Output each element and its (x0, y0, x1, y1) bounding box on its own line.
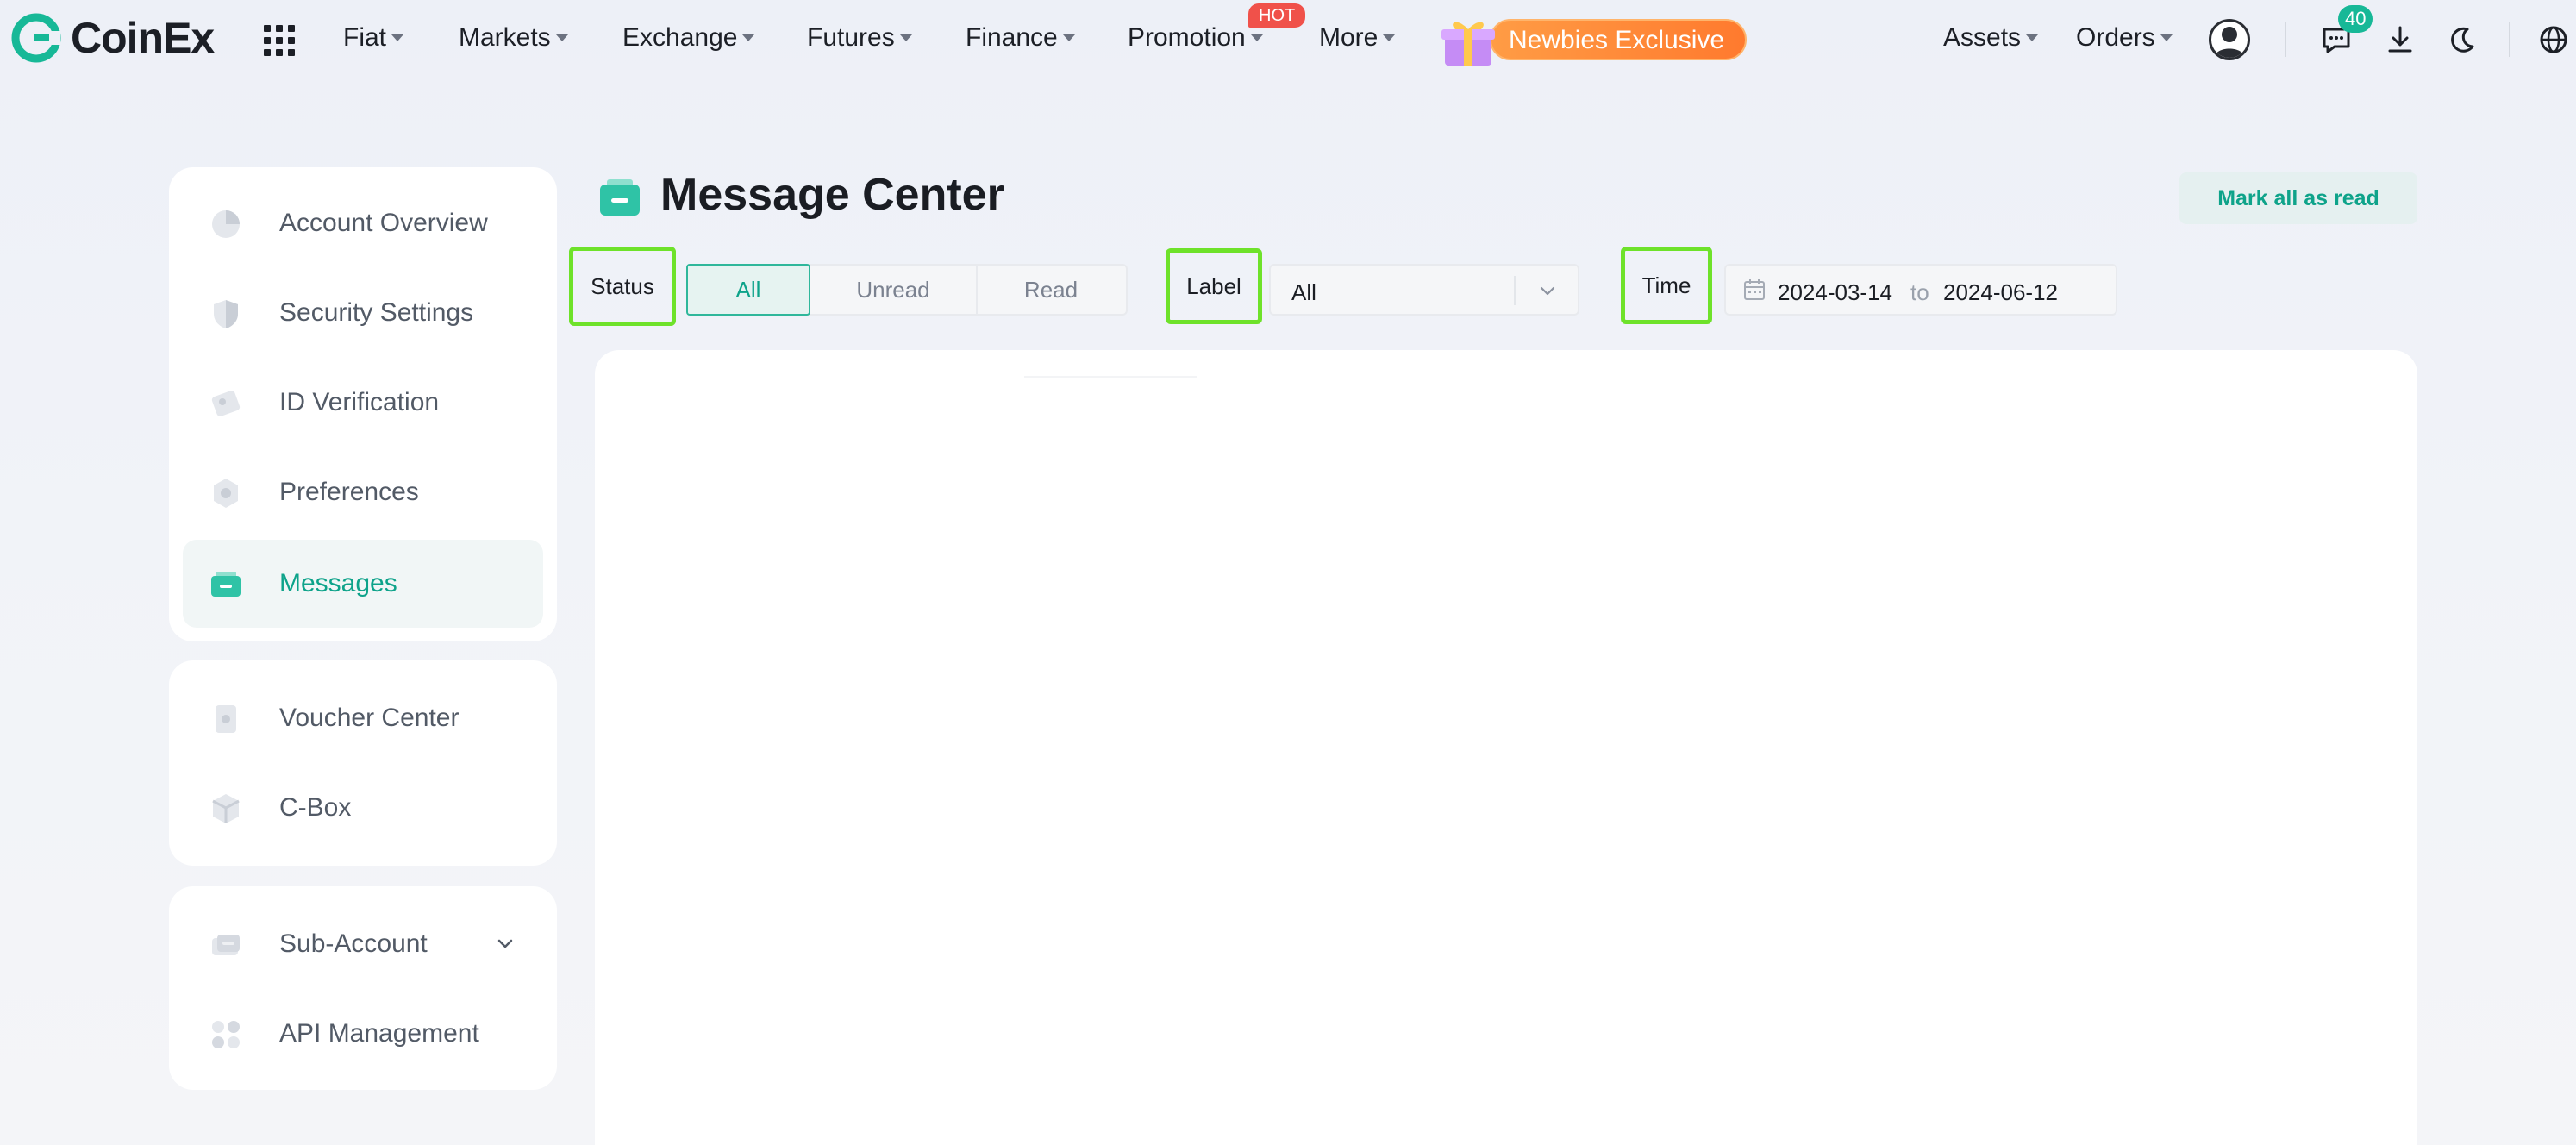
sub-account-icon (212, 935, 240, 955)
sidebar-item-messages[interactable]: Messages (183, 540, 543, 628)
message-center-icon (600, 179, 640, 216)
chevron-down-icon (1540, 286, 1555, 296)
sidebar-item-api-management[interactable]: API Management (183, 990, 543, 1078)
nav-separator (2509, 22, 2510, 57)
nav-markets[interactable]: Markets (459, 23, 568, 53)
nav-promotion-label: Promotion (1128, 23, 1246, 52)
label-filter-label: Label (1166, 248, 1262, 324)
nav-separator (2285, 22, 2286, 57)
sidebar-item-label: API Management (279, 1019, 479, 1048)
status-segmented-control: All Unread Read (686, 264, 1128, 316)
sidebar-item-label: Voucher Center (279, 704, 460, 732)
apps-grid-icon[interactable] (264, 25, 295, 56)
status-option-unread[interactable]: Unread (810, 266, 978, 314)
nav-assets[interactable]: Assets (1943, 23, 2039, 53)
sidebar-item-security-settings[interactable]: Security Settings (183, 269, 543, 357)
gear-icon (214, 479, 238, 508)
date-separator: to (1910, 279, 1929, 305)
coinex-logo[interactable]: CoinEx (10, 12, 215, 64)
time-filter-label: Time (1621, 247, 1712, 324)
caret-down-icon (391, 34, 404, 41)
download-icon[interactable] (2383, 22, 2417, 57)
caret-down-icon (555, 34, 568, 41)
status-label-text: Status (591, 272, 654, 299)
message-inbox-icon (211, 572, 241, 597)
nav-more-label: More (1319, 23, 1379, 52)
caret-down-icon (1250, 34, 1263, 41)
nav-more[interactable]: More (1319, 23, 1396, 53)
nav-orders-label: Orders (2076, 23, 2155, 52)
nav-markets-label: Markets (459, 23, 551, 52)
sidebar-item-label: ID Verification (279, 388, 440, 416)
status-option-all[interactable]: All (686, 264, 810, 316)
nav-finance[interactable]: Finance (966, 23, 1075, 53)
newbies-exclusive-promo[interactable]: Newbies Exclusive (1438, 16, 1748, 66)
sidebar-group-developer: Sub-Account API Management (169, 886, 557, 1090)
sidebar-item-sub-account[interactable]: Sub-Account (183, 900, 543, 988)
brand-name: CoinEx (71, 14, 215, 62)
nav-futures-label: Futures (807, 23, 895, 52)
globe-language-icon[interactable] (2536, 22, 2571, 57)
sidebar-item-id-verification[interactable]: ID Verification (183, 359, 543, 447)
caret-down-icon (2026, 34, 2039, 41)
message-count-badge: 40 (2338, 5, 2373, 33)
user-silhouette-icon (2214, 27, 2245, 58)
status-filter-label: Status (569, 247, 676, 326)
promo-label: Newbies Exclusive (1509, 26, 1725, 54)
api-icon (212, 1021, 240, 1048)
nav-orders[interactable]: Orders (2076, 23, 2173, 53)
nav-finance-label: Finance (966, 23, 1058, 52)
sidebar-item-c-box[interactable]: C-Box (183, 764, 543, 852)
time-label-text: Time (1641, 272, 1691, 298)
caret-down-icon (2160, 34, 2173, 41)
nav-futures[interactable]: Futures (807, 23, 912, 53)
sidebar-item-preferences[interactable]: Preferences (183, 448, 543, 536)
sidebar-item-voucher-center[interactable]: Voucher Center (183, 674, 543, 762)
date-to[interactable]: 2024-06-12 (1943, 279, 2058, 306)
gift-icon (1441, 22, 1495, 66)
nav-fiat-label: Fiat (343, 23, 387, 52)
pie-chart-icon (212, 210, 240, 238)
date-from[interactable]: 2024-03-14 (1778, 279, 1892, 306)
label-select-value: All (1291, 279, 1316, 305)
caret-down-icon (1062, 34, 1075, 41)
nav-assets-label: Assets (1943, 23, 2022, 52)
id-card-icon (211, 391, 241, 416)
dark-mode-moon-icon[interactable] (2445, 22, 2479, 57)
nav-promotion[interactable]: Promotion (1128, 23, 1263, 53)
status-option-read[interactable]: Read (978, 266, 1124, 314)
hot-badge: HOT (1248, 3, 1306, 28)
sidebar-item-account-overview[interactable]: Account Overview (183, 179, 543, 267)
sidebar-item-label: Security Settings (279, 298, 474, 327)
loading-placeholder-line (1024, 376, 1197, 378)
caret-down-icon (1383, 34, 1396, 41)
sidebar-item-label: Account Overview (279, 209, 488, 237)
shield-icon (214, 300, 238, 328)
sidebar-group-rewards: Voucher Center C-Box (169, 660, 557, 866)
sidebar-item-label: Preferences (279, 478, 419, 506)
caret-down-icon (742, 34, 755, 41)
select-divider (1514, 276, 1516, 305)
caret-down-icon (899, 34, 912, 41)
nav-exchange[interactable]: Exchange (622, 23, 755, 53)
top-navigation-bar: CoinEx Fiat Markets Exchange Futures Fin… (0, 0, 2576, 79)
label-label-text: Label (1186, 272, 1241, 299)
coinex-logo-icon (11, 13, 61, 63)
voucher-icon (216, 705, 236, 733)
chevron-down-icon[interactable] (495, 933, 516, 954)
nav-exchange-label: Exchange (622, 23, 738, 52)
sidebar-group-account: Account Overview Security Settings ID Ve… (169, 167, 557, 641)
calendar-icon (1744, 279, 1765, 300)
message-list-panel (595, 350, 2417, 1145)
page-title: Message Center (660, 170, 1004, 220)
user-avatar[interactable] (2209, 19, 2250, 60)
mark-all-read-button[interactable]: Mark all as read (2179, 172, 2417, 224)
date-range-picker[interactable]: 2024-03-14 to 2024-06-12 (1724, 264, 2117, 316)
label-select[interactable]: All (1269, 264, 1579, 316)
box-icon (212, 794, 240, 823)
sidebar-item-label: Messages (279, 569, 397, 598)
sidebar-item-label: Sub-Account (279, 929, 428, 958)
nav-fiat[interactable]: Fiat (343, 23, 404, 53)
sidebar-item-label: C-Box (279, 793, 352, 822)
